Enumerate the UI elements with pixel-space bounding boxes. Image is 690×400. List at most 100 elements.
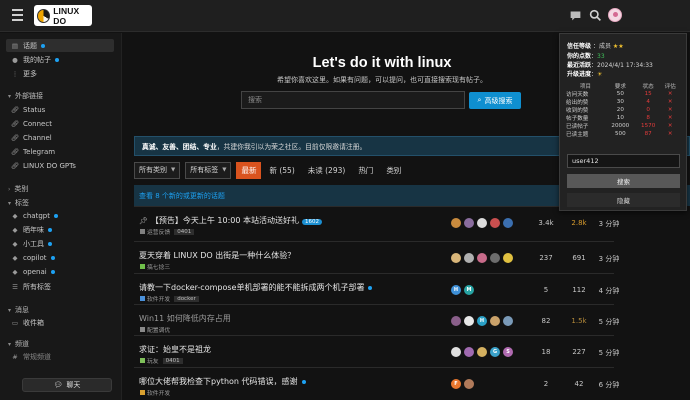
poster-avatar[interactable] — [490, 253, 500, 263]
sidebar-item-label: 我的帖子 — [23, 55, 51, 64]
poster-avatar[interactable]: S — [503, 347, 513, 357]
sidebar-tag-chatgpt[interactable]: ◆ chatgpt — [6, 209, 114, 222]
category-link[interactable]: 玩友 — [147, 356, 159, 365]
external-links-header[interactable]: ▾ 外部链接 — [8, 91, 43, 101]
last-activity[interactable]: 5 分钟 — [594, 317, 624, 327]
sidebar-item-inbox[interactable]: ▭ 收件箱 — [6, 316, 114, 329]
poster-avatar[interactable] — [477, 347, 487, 357]
poster-avatar[interactable] — [503, 316, 513, 326]
poster-avatar[interactable] — [503, 218, 513, 228]
topic-title[interactable]: 求证：始皇不是祖龙 — [139, 344, 211, 355]
sidebar-tag-tools[interactable]: ◆ 小工具 — [6, 237, 114, 250]
poster-avatar[interactable] — [477, 253, 487, 263]
poster-avatar[interactable] — [464, 347, 474, 357]
sidebar-item-general-channel[interactable]: # 常规频道 — [6, 350, 114, 363]
hero-search-input[interactable] — [241, 91, 465, 109]
topic-title[interactable]: 请教一下docker-compose单机部署的能不能拆成两个机子部署 — [139, 282, 373, 293]
sidebar-item-my-posts[interactable]: ● 我的帖子 — [6, 53, 114, 66]
sidebar-tag-all[interactable]: ☰ 所有标签 — [6, 280, 114, 293]
category-link[interactable]: 运营反馈 — [147, 227, 170, 236]
sidebar-item-gpts[interactable]: 🔗︎ LINUX DO GPTs — [6, 159, 114, 172]
site-logo[interactable]: LINUX DO — [34, 5, 92, 26]
sidebar-item-channel[interactable]: 🔗︎ Channel — [6, 131, 114, 144]
poster-avatar[interactable] — [451, 347, 461, 357]
username-input[interactable] — [567, 154, 680, 168]
sidebar-item-connect[interactable]: 🔗︎ Connect — [6, 117, 114, 130]
panel-hide-button[interactable]: 隐藏 — [567, 193, 680, 207]
sidebar-item-more[interactable]: ⋮ 更多 — [6, 67, 114, 80]
banner-text: ，共建你我引以为荣之社区。目前仅限邀请注册。 — [216, 143, 367, 151]
topic-title-text: 夏天穿着 LINUX DO 出街是一种什么体验？ — [139, 251, 296, 260]
messages-header[interactable]: ▾ 消息 — [8, 305, 29, 315]
channels-header[interactable]: ▾ 频道 — [8, 339, 29, 349]
search-icon[interactable] — [589, 9, 602, 22]
topic-row[interactable]: 夏天穿着 LINUX DO 出街是一种什么体验？ 搞七捻三 237 691 3 分钟 — [134, 241, 619, 273]
topic-row[interactable]: 请教一下docker-compose单机部署的能不能拆成两个机子部署 软件开发 do… — [134, 273, 619, 304]
topic-title[interactable]: Win11 如何降低内存占用 — [139, 313, 231, 324]
user-avatar[interactable] — [608, 8, 622, 22]
sidebar-item-status[interactable]: 🔗︎ Status — [6, 103, 114, 116]
topic-row[interactable]: 📌︎ 【预告】今天上午 10:00 本站活动送好礼 1602 运营反馈 0401 3.4k… — [134, 206, 619, 241]
poster-avatar[interactable] — [451, 218, 461, 228]
sidebar-item-telegram[interactable]: 🔗︎ Telegram — [6, 145, 114, 158]
poster-avatar[interactable] — [503, 253, 513, 263]
topic-row[interactable]: Win11 如何降低内存占用 配置调优 H 82 1.5k 5 分钟 — [134, 304, 619, 335]
categories-header[interactable]: › 类别 — [8, 184, 28, 194]
category-link[interactable]: 搞七捻三 — [147, 262, 170, 271]
tags-header[interactable]: ▾ 标签 — [8, 198, 29, 208]
poster-avatar[interactable]: H — [451, 285, 461, 295]
tab-latest[interactable]: 最新 — [236, 161, 262, 179]
requirement-row: 给出的赞 30 4 ✕ — [566, 98, 680, 106]
poster-avatar[interactable]: M — [464, 285, 474, 295]
last-activity[interactable]: 3 分钟 — [594, 254, 624, 264]
chat-icon[interactable] — [569, 9, 582, 22]
poster-avatar[interactable] — [464, 379, 474, 389]
panel-search-button[interactable]: 搜索 — [567, 174, 680, 188]
category-dropdown[interactable]: 所有类别 ▼ — [134, 161, 181, 179]
view-count: 227 — [572, 348, 586, 356]
last-activity[interactable]: 4 分钟 — [594, 286, 624, 296]
tab-unread[interactable]: 未读 (293) — [308, 165, 346, 176]
topic-title[interactable]: 哪位大佬帮我检查下python 代码错误，感谢 — [139, 376, 306, 387]
poster-avatar[interactable] — [451, 253, 461, 263]
sidebar-item-topics[interactable]: ▤ 话题 — [6, 39, 114, 52]
last-activity[interactable]: 3 分钟 — [594, 219, 624, 229]
topic-title[interactable]: 夏天穿着 LINUX DO 出街是一种什么体验？ — [139, 250, 295, 261]
poster-avatar[interactable]: H — [477, 316, 487, 326]
poster-avatar[interactable]: F — [451, 379, 461, 389]
sidebar-tag-openai[interactable]: ◆ openai — [6, 265, 114, 278]
last-activity[interactable]: 5 分钟 — [594, 348, 624, 358]
poster-avatar[interactable] — [490, 316, 500, 326]
last-activity[interactable]: 6 分钟 — [594, 380, 624, 390]
poster-avatar[interactable]: G — [490, 347, 500, 357]
tab-new[interactable]: 新 (55) — [269, 165, 294, 176]
poster-avatar[interactable] — [464, 218, 474, 228]
category-link[interactable]: 配置调优 — [147, 325, 170, 334]
poster-avatar[interactable] — [464, 253, 474, 263]
poster-avatar[interactable] — [464, 316, 474, 326]
chat-button[interactable]: 💬︎ 聊天 — [22, 378, 112, 392]
topic-row[interactable]: 求证：始皇不是祖龙 玩友 0401 G S 18 227 5 分钟 — [134, 335, 619, 367]
poster-avatar[interactable] — [477, 218, 487, 228]
column-header: 要求 — [614, 84, 626, 90]
sidebar-tag-nianwei[interactable]: ◆ 晒年味 — [6, 223, 114, 236]
topic-tag[interactable]: 0401 — [174, 228, 195, 235]
tag-dropdown[interactable]: 所有标签 ▼ — [185, 161, 232, 179]
topic-title[interactable]: 📌︎ 【预告】今天上午 10:00 本站活动送好礼 1602 — [139, 215, 323, 226]
topic-tag[interactable]: docker — [174, 295, 199, 302]
topic-meta: 玩友 0401 — [140, 356, 183, 365]
progress-label: 升级进度 — [567, 71, 592, 78]
tab-categories[interactable]: 类别 — [386, 165, 401, 176]
tab-hot[interactable]: 热门 — [358, 165, 373, 176]
unread-count-badge[interactable]: 1602 — [302, 219, 323, 225]
category-link[interactable]: 软件开发 — [147, 294, 170, 303]
category-link[interactable]: 软件开发 — [147, 388, 170, 397]
poster-avatar[interactable] — [451, 316, 461, 326]
poster-avatars: H — [451, 316, 516, 326]
sidebar-tag-copilot[interactable]: ◆ copilot — [6, 251, 114, 264]
menu-icon[interactable] — [12, 9, 23, 21]
topic-tag[interactable]: 0401 — [162, 357, 183, 364]
advanced-search-button[interactable]: ⌕ 高级搜索 — [469, 92, 521, 109]
poster-avatar[interactable] — [490, 218, 500, 228]
topic-row[interactable]: 哪位大佬帮我检查下python 代码错误，感谢 软件开发 F 2 42 6 分钟 — [134, 367, 619, 400]
